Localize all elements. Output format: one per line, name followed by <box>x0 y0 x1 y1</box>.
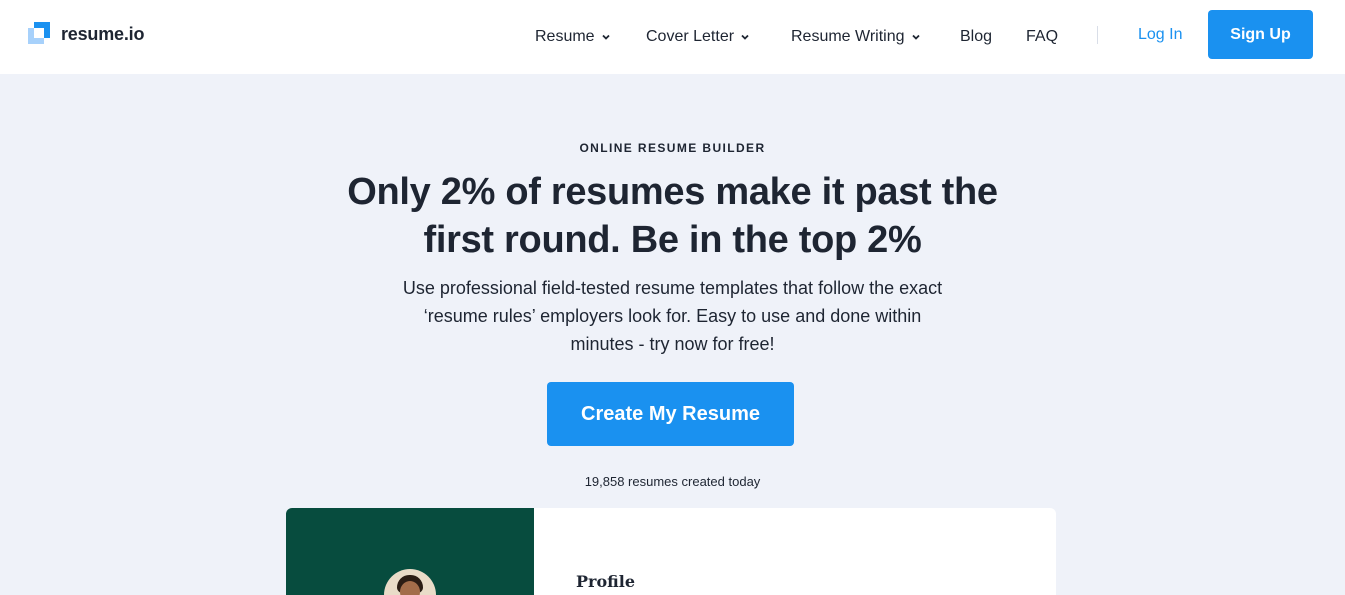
nav-item-faq[interactable]: FAQ <box>1026 28 1058 46</box>
resume-preview-card: Profile <box>286 508 1056 595</box>
resume-logo-icon <box>28 22 50 46</box>
resumes-created-counter: 19,858 resumes created today <box>584 474 761 489</box>
nav-divider <box>1097 26 1098 44</box>
headline-line: Only 2% of resumes make it past the <box>347 171 998 213</box>
nav-item-label: Resume Writing <box>791 28 905 45</box>
main-nav-cover: Cover Letter <box>646 0 750 74</box>
nav-item-label: Resume <box>535 28 595 45</box>
site-header: resume.io Resume Cover Letter Resume Wri… <box>0 0 1345 74</box>
chevron-down-icon <box>741 34 749 40</box>
subtext-line: Use professional field-tested resume tem… <box>402 278 943 298</box>
resume-profile-heading: Profile <box>576 572 636 591</box>
main-nav-blog: Blog <box>960 0 992 74</box>
nav-item-label: Cover Letter <box>646 28 735 45</box>
create-resume-button[interactable]: Create My Resume <box>547 382 794 446</box>
brand-logo-link[interactable]: resume.io <box>28 22 144 46</box>
hero-eyebrow: ONLINE RESUME BUILDER <box>579 141 766 155</box>
signup-button[interactable]: Sign Up <box>1208 10 1313 59</box>
subtext-line: minutes - try now for free! <box>570 334 775 354</box>
nav-item-blog[interactable]: Blog <box>960 28 992 46</box>
nav-item-cover-letter[interactable]: Cover Letter <box>646 28 750 46</box>
brand-name: resume.io <box>61 23 145 44</box>
nav-item-label: FAQ <box>1026 28 1059 45</box>
login-link[interactable]: Log In <box>1138 24 1182 46</box>
main-nav: Resume <box>535 0 611 74</box>
chevron-down-icon <box>601 34 610 40</box>
main-nav-writing: Resume Writing <box>791 0 921 74</box>
nav-item-resume[interactable]: Resume <box>535 28 611 46</box>
hero-subtext: Use professional field-tested resume tem… <box>360 274 985 358</box>
chevron-down-icon <box>911 34 920 40</box>
subtext-line: ‘resume rules’ employers look for. Easy … <box>423 306 922 326</box>
nav-item-label: Blog <box>960 28 993 45</box>
main-nav-faq: FAQ <box>1026 0 1058 74</box>
nav-item-resume-writing[interactable]: Resume Writing <box>791 28 921 46</box>
avatar <box>384 569 436 595</box>
headline-line: first round. Be in the top 2% <box>423 219 922 261</box>
hero-headline: Only 2% of resumes make it past the firs… <box>260 168 1085 264</box>
resume-preview-sidebar <box>286 508 534 595</box>
